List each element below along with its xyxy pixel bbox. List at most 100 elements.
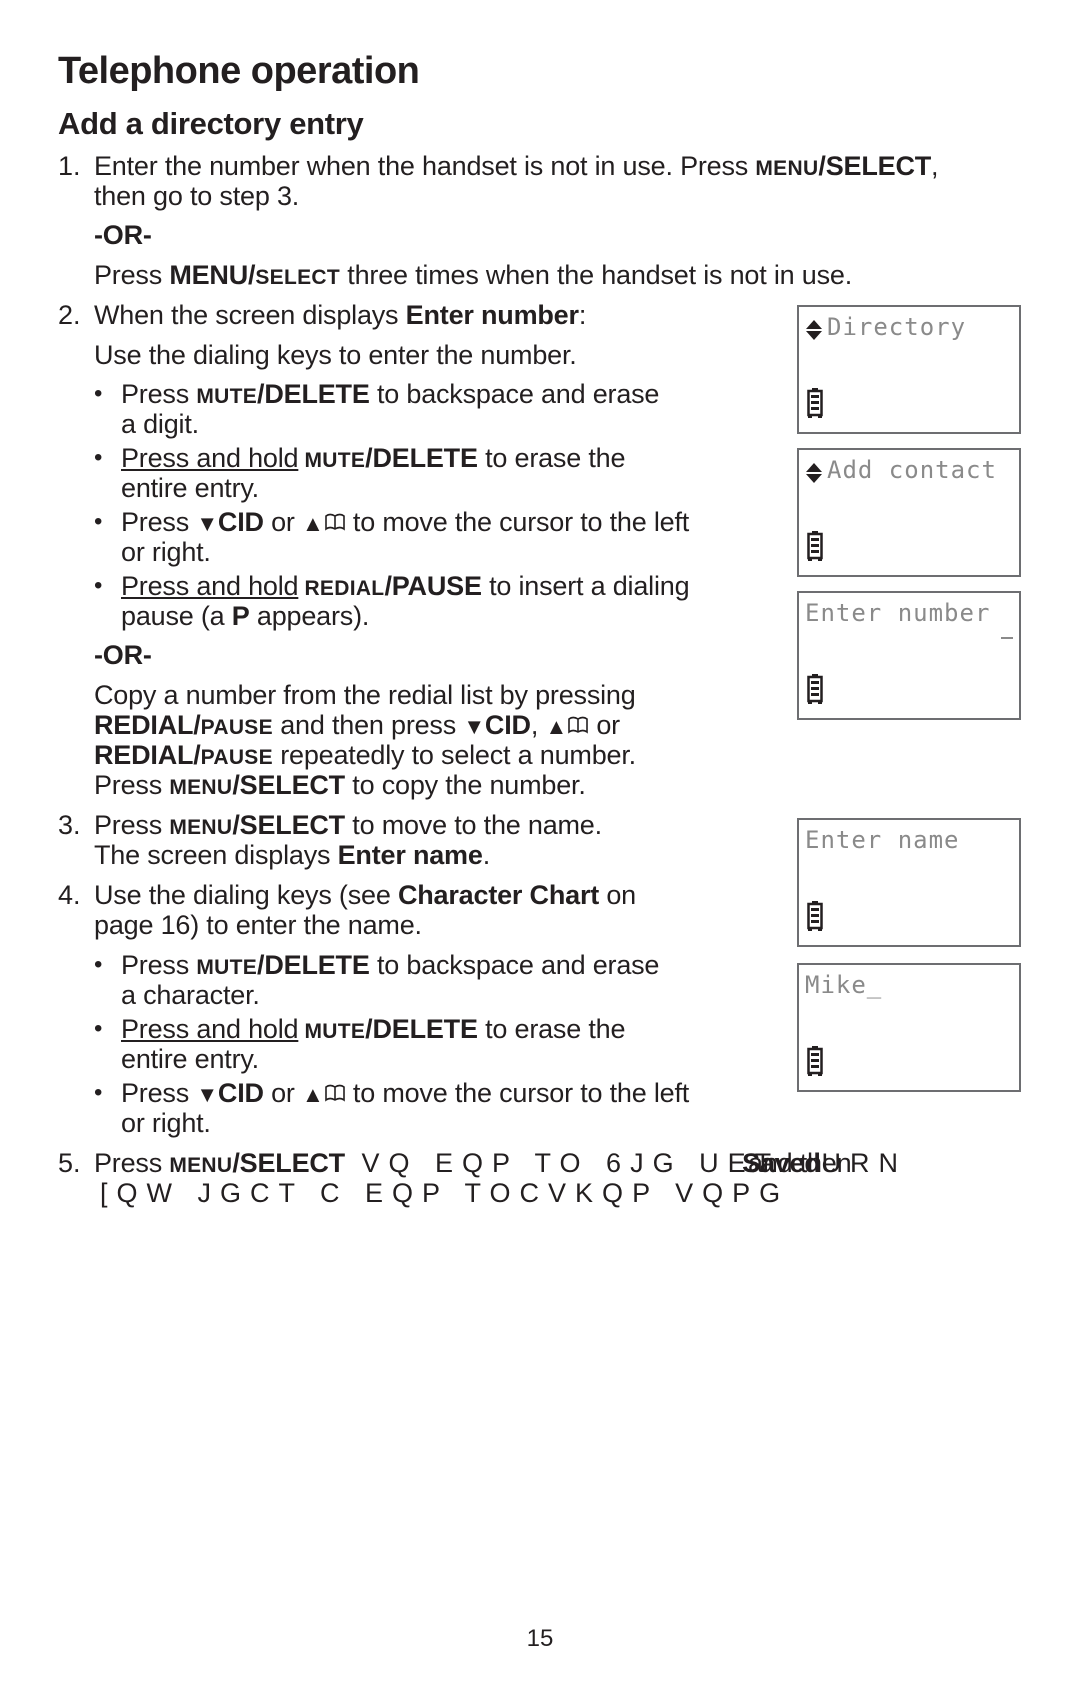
lcd-text: Add contact [827, 456, 997, 484]
down-arrow-icon: ▼ [196, 511, 218, 536]
step4-bullet3: Press ▼CID or ▲ to move the cursor to th… [121, 1078, 689, 1110]
or-separator: -OR- [94, 640, 152, 670]
key-delete: /DELETE [257, 950, 370, 980]
step-number: 3. [58, 810, 81, 840]
key-redial: REDIAL/ [94, 710, 201, 740]
page-number: 15 [526, 1625, 554, 1652]
text: to erase the [477, 1014, 626, 1044]
step2-bullet3-cont: or right. [121, 537, 211, 567]
text: Press [94, 810, 170, 840]
lcd-screen-enter-number: Enter number [797, 591, 1021, 720]
text: Press [94, 770, 170, 800]
key-menu: MENU [755, 157, 819, 180]
text: three times when the handset is not in u… [339, 260, 852, 290]
garbled-text: URN [821, 1148, 907, 1178]
bullet-icon: • [94, 508, 103, 535]
text: or [263, 507, 303, 537]
cursor-indicator [1001, 637, 1013, 639]
step2-bullet2-cont: entire entry. [121, 473, 259, 503]
key-mute: MUTE [196, 385, 258, 408]
bullet-icon: • [94, 1015, 103, 1042]
step4-line1: Use the dialing keys (see Character Char… [94, 880, 636, 910]
up-down-arrow-icon [806, 320, 822, 340]
key-cid: CID [217, 1078, 264, 1108]
text: or [263, 1078, 303, 1108]
text: pause (a [121, 601, 232, 631]
key-menu: MENU/ [169, 260, 256, 290]
step2-line2: Use the dialing keys to enter the number… [94, 340, 577, 370]
step2-bullet2: Press and hold MUTE/DELETE to erase the [121, 443, 625, 476]
text: When the screen displays [94, 300, 406, 330]
lcd-screen-directory: Directory [797, 305, 1021, 434]
battery-icon [807, 1046, 823, 1076]
text: repeatedly to select a number. [272, 740, 636, 770]
text: to backspace and erase [369, 379, 660, 409]
key-mute: MUTE [298, 449, 366, 472]
up-arrow-icon: ▲ [302, 1082, 324, 1107]
text: . [482, 840, 491, 870]
text: Press [94, 1148, 170, 1178]
text: appears). [249, 601, 370, 631]
battery-icon [807, 531, 823, 561]
text: to copy the number. [344, 770, 586, 800]
text: to erase the [477, 443, 626, 473]
key-redial: REDIAL [298, 577, 385, 600]
text: to backspace and erase [369, 950, 660, 980]
step2-bullet1-cont: a digit. [121, 409, 199, 439]
screen-label: Enter number [405, 300, 579, 330]
up-arrow-icon: ▲ [302, 511, 324, 536]
step2-copy-line4: Press MENU/SELECT to copy the number. [94, 770, 586, 803]
text: Press [121, 950, 197, 980]
step1-line3: Press MENU/SELECT three times when the h… [94, 260, 852, 293]
text: to move the cursor to the left [345, 1078, 690, 1108]
key-delete: /DELETE [365, 443, 478, 473]
bullet-icon: • [94, 951, 103, 978]
lcd-text: Mike_ [805, 971, 883, 999]
step2-copy-line1: Copy a number from the redial list by pr… [94, 680, 636, 710]
lcd-screen-enter-name: Enter name [797, 818, 1021, 947]
lcd-text: Directory [827, 313, 967, 341]
step4-bullet1: Press MUTE/DELETE to backspace and erase [121, 950, 659, 983]
bullet-icon: • [94, 444, 103, 471]
text: Press and hold [121, 443, 299, 473]
or-separator: -OR- [94, 220, 152, 250]
step2-bullet3: Press ▼CID or ▲ to move the cursor to th… [121, 507, 689, 539]
key-redial: REDIAL/ [94, 740, 201, 770]
character-chart-ref: Character Chart [397, 880, 600, 910]
key-menu: MENU [169, 776, 233, 799]
key-delete: /DELETE [257, 379, 370, 409]
step4-line2: page 16) to enter the name. [94, 910, 422, 940]
step5-line1: Press MENU/SELECT VQ EQP TO 6JG UETSaved… [94, 1148, 1080, 1181]
text: to move to the name. [344, 810, 602, 840]
key-mute: MUTE [298, 1020, 366, 1043]
text: , [931, 151, 939, 181]
step-number: 2. [58, 300, 81, 330]
key-pause: /PAUSE [384, 571, 482, 601]
key-select: /SELECT [232, 810, 345, 840]
step2-bullet4-cont: pause (a P appears). [121, 601, 369, 631]
key-select: /SELECT [232, 1148, 345, 1178]
text: to move the cursor to the left [345, 507, 690, 537]
step1-line2: then go to step 3. [94, 181, 300, 211]
key-pause: PAUSE [200, 716, 273, 739]
lcd-text: Enter number [805, 599, 991, 627]
step4-bullet2-cont: entire entry. [121, 1044, 259, 1074]
step-number: 1. [58, 151, 81, 181]
key-menu: MENU [169, 1154, 233, 1177]
text: Press and hold [121, 571, 299, 601]
key-menu: MENU [169, 816, 233, 839]
step3-line1: Press MENU/SELECT to move to the name. [94, 810, 602, 843]
battery-icon [807, 901, 823, 931]
subsection-title: Add a directory entry [58, 106, 364, 141]
bullet-icon: • [94, 572, 103, 599]
step4-bullet3-cont: or right. [121, 1108, 211, 1138]
step3-line2: The screen displays Enter name. [94, 840, 490, 870]
text: Press [121, 1078, 197, 1108]
key-select: SELECT [255, 266, 340, 289]
key-mute: MUTE [196, 956, 258, 979]
step1-line1: Enter the number when the handset is not… [94, 151, 939, 184]
text: : [578, 300, 587, 330]
key-cid: CID [484, 710, 531, 740]
key-select: /SELECT [818, 151, 932, 181]
up-arrow-icon: ▲ [545, 714, 568, 739]
